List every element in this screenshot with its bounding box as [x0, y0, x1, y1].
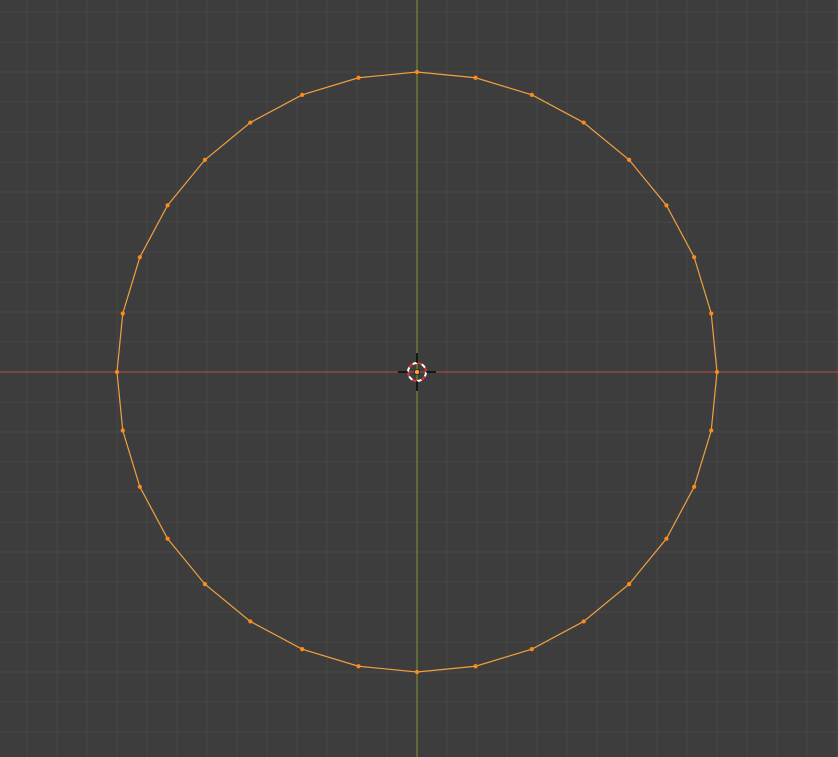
object-origin-icon	[414, 369, 420, 375]
viewport-canvas[interactable]	[0, 0, 838, 757]
mesh-vertex[interactable]	[414, 69, 420, 75]
mesh-vertex[interactable]	[627, 582, 632, 587]
mesh-vertex[interactable]	[664, 203, 669, 208]
mesh-vertex[interactable]	[165, 536, 170, 541]
mesh-vertex[interactable]	[300, 647, 305, 652]
mesh-vertex[interactable]	[714, 369, 720, 375]
mesh-vertex[interactable]	[137, 484, 142, 489]
mesh-vertex[interactable]	[692, 255, 697, 260]
mesh-vertex[interactable]	[529, 92, 534, 97]
mesh-vertex[interactable]	[137, 255, 142, 260]
mesh-vertex[interactable]	[529, 647, 534, 652]
mesh-vertex[interactable]	[300, 92, 305, 97]
mesh-vertex[interactable]	[248, 619, 253, 624]
3d-viewport[interactable]	[0, 0, 838, 757]
mesh-vertex[interactable]	[581, 120, 586, 125]
mesh-vertex[interactable]	[202, 157, 207, 162]
mesh-vertex[interactable]	[627, 157, 632, 162]
mesh-vertex[interactable]	[114, 369, 120, 375]
mesh-vertex[interactable]	[709, 311, 714, 316]
mesh-vertex[interactable]	[356, 664, 361, 669]
mesh-vertex[interactable]	[664, 536, 669, 541]
mesh-vertex[interactable]	[356, 75, 361, 80]
mesh-vertex[interactable]	[414, 669, 420, 675]
mesh-vertex[interactable]	[581, 619, 586, 624]
mesh-vertex[interactable]	[120, 311, 125, 316]
mesh-vertex[interactable]	[165, 203, 170, 208]
mesh-vertex[interactable]	[473, 664, 478, 669]
mesh-vertex[interactable]	[709, 428, 714, 433]
mesh-vertex[interactable]	[248, 120, 253, 125]
mesh-vertex[interactable]	[473, 75, 478, 80]
mesh-vertex[interactable]	[692, 484, 697, 489]
mesh-vertex[interactable]	[202, 582, 207, 587]
viewport-grid	[0, 0, 838, 757]
mesh-vertex[interactable]	[120, 428, 125, 433]
